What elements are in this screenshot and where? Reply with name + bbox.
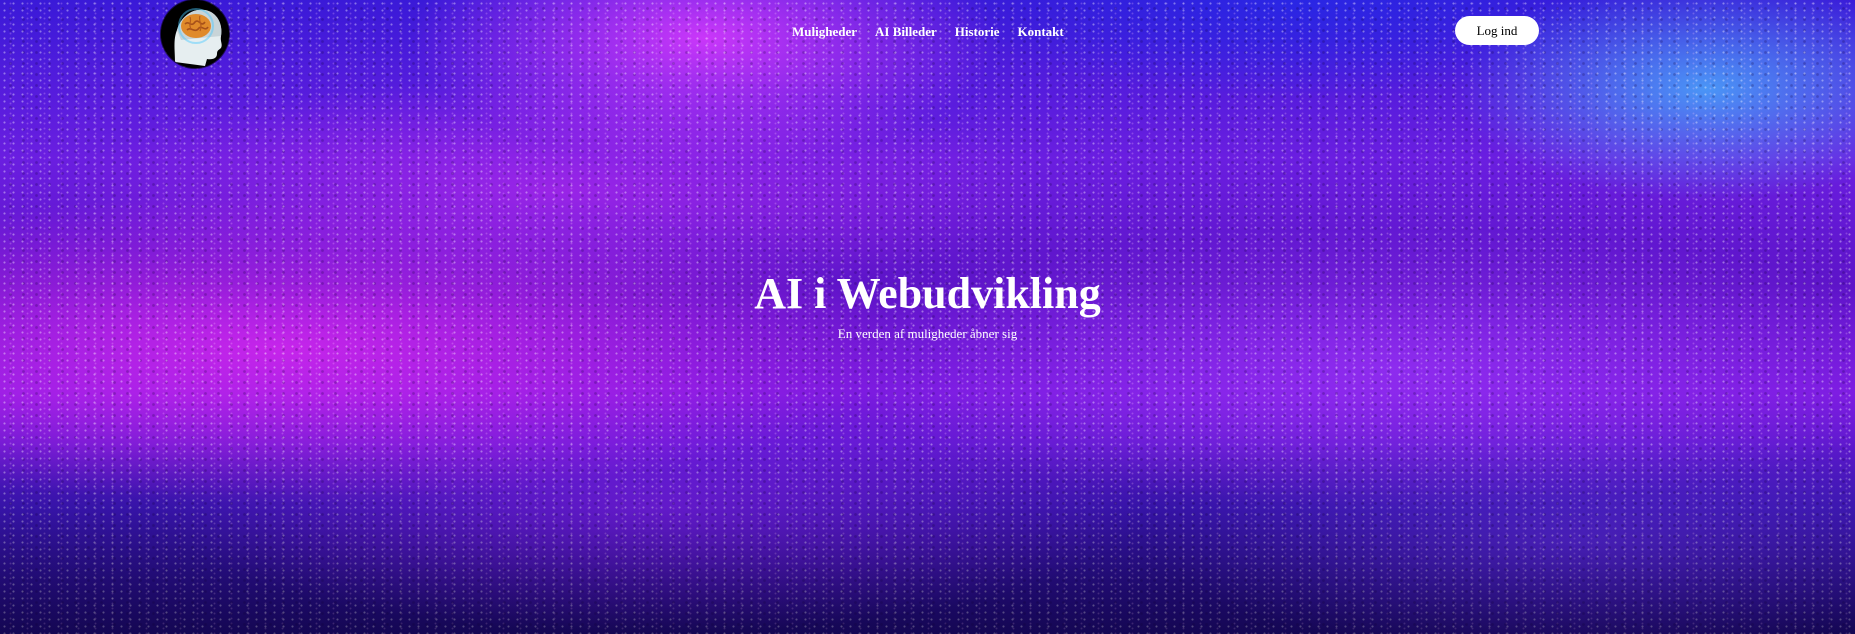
site-logo[interactable] [161, 0, 229, 68]
nav-link-muligheder[interactable]: Muligheder [792, 24, 857, 40]
hero-section: Muligheder AI Billeder Historie Kontakt … [0, 0, 1855, 634]
nav-link-kontakt[interactable]: Kontakt [1018, 24, 1064, 40]
hero-text: AI i Webudvikling En verden af mulighede… [0, 266, 1855, 344]
hero-title: AI i Webudvikling [754, 269, 1101, 318]
brain-head-icon [161, 0, 229, 68]
nav-link-historie[interactable]: Historie [955, 24, 1000, 40]
nav-link-ai-billeder[interactable]: AI Billeder [875, 24, 937, 40]
login-button[interactable]: Log ind [1455, 16, 1539, 45]
hero-subtitle: En verden af muligheder åbner sig [837, 326, 1018, 341]
main-nav: Muligheder AI Billeder Historie Kontakt [792, 24, 1064, 40]
